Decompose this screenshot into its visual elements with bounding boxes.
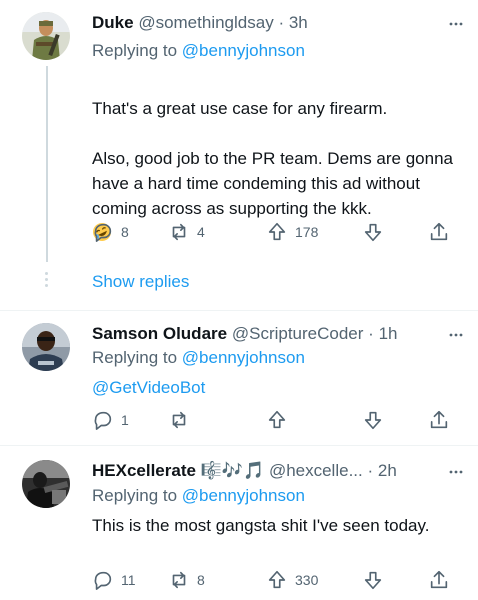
retweet-count: 4 (197, 224, 205, 240)
display-name[interactable]: HEXcellerate (92, 461, 196, 480)
retweet-button[interactable]: 4 (168, 220, 205, 244)
tweet-text: This is the most gangsta shit I've seen … (92, 516, 430, 535)
avatar-image (22, 12, 70, 60)
upvote-count: 178 (295, 224, 319, 240)
tweet-actions: 1 (92, 408, 462, 432)
more-icon[interactable] (446, 14, 466, 34)
share-button[interactable] (428, 408, 450, 432)
share-button[interactable] (428, 568, 450, 592)
share-icon (430, 570, 448, 589)
retweet-icon (172, 571, 186, 589)
upvote-icon (268, 410, 286, 429)
avatar[interactable] (22, 323, 70, 371)
tweet-header: HEXcellerate 🎼🎶🎵 @hexcelle... · 2h (92, 460, 397, 482)
show-replies-link[interactable]: Show replies (92, 272, 189, 292)
separator-dot: · (367, 461, 374, 480)
tweet-hexcellerate[interactable]: HEXcellerate 🎼🎶🎵 @hexcelle... · 2h Reply… (0, 446, 478, 600)
user-handle[interactable]: @hexcelle... (269, 461, 363, 480)
display-name[interactable]: Duke (92, 13, 134, 32)
replying-to: Replying to @bennyjohnson (92, 40, 305, 62)
more-icon[interactable] (446, 462, 466, 482)
tweet-header: Samson Oludare @ScriptureCoder · 1h (92, 323, 398, 345)
tweet-text[interactable]: @GetVideoBot (92, 375, 462, 400)
share-button[interactable] (428, 220, 450, 244)
user-handle[interactable]: @somethingldsay (138, 13, 273, 32)
reply-icon (94, 223, 112, 242)
reply-button[interactable]: 8 (92, 220, 129, 244)
reply-icon (94, 571, 112, 590)
upvote-icon (268, 570, 286, 589)
upvote-button[interactable]: 330 (266, 568, 318, 592)
reply-count: 1 (121, 412, 129, 428)
separator-dot: · (278, 13, 285, 32)
retweet-icon (172, 223, 186, 241)
replying-to: Replying to @bennyjohnson (92, 485, 305, 507)
reply-button[interactable]: 11 (92, 568, 136, 592)
tweet-actions: 11 8 330 (92, 568, 462, 592)
avatar-image (22, 323, 70, 371)
retweet-button[interactable]: 8 (168, 568, 205, 592)
share-icon (430, 222, 448, 241)
replying-prefix: Replying to (92, 41, 178, 60)
separator-dot: · (368, 324, 374, 343)
thread-dots (45, 272, 49, 290)
replying-prefix: Replying to (92, 348, 178, 367)
mention-link[interactable]: @bennyjohnson (182, 41, 305, 60)
mention-link[interactable]: @bennyjohnson (182, 486, 305, 505)
thread-line (46, 66, 48, 262)
mention-link[interactable]: @bennyjohnson (182, 348, 305, 367)
downvote-button[interactable] (362, 568, 384, 592)
tweet-samson[interactable]: Samson Oludare @ScriptureCoder · 1h Repl… (0, 311, 478, 445)
timestamp[interactable]: 2h (378, 461, 397, 480)
tweet-duke[interactable]: Duke @somethingldsay · 3h Replying to @b… (0, 0, 478, 262)
user-handle[interactable]: @ScriptureCoder (232, 324, 364, 343)
downvote-icon (364, 571, 382, 590)
reply-icon (94, 411, 112, 430)
avatar[interactable] (22, 12, 70, 60)
display-name[interactable]: Samson Oludare (92, 324, 227, 343)
timestamp[interactable]: 1h (379, 324, 398, 343)
replying-to: Replying to @bennyjohnson (92, 347, 305, 369)
downvote-button[interactable] (362, 220, 384, 244)
tweet-text-content: That's a great use case for any firearm.… (92, 99, 453, 218)
share-icon (430, 410, 448, 429)
reply-count: 11 (121, 572, 136, 588)
tweet-header: Duke @somethingldsay · 3h (92, 12, 308, 34)
reply-count: 8 (121, 224, 129, 240)
more-icon[interactable] (446, 325, 466, 345)
downvote-button[interactable] (362, 408, 384, 432)
upvote-icon (268, 222, 286, 241)
avatar-image (22, 460, 70, 508)
reply-button[interactable]: 1 (92, 408, 129, 432)
retweet-icon (172, 411, 186, 429)
replying-prefix: Replying to (92, 486, 178, 505)
downvote-icon (364, 411, 382, 430)
upvote-button[interactable] (266, 408, 295, 432)
timestamp[interactable]: 3h (289, 13, 308, 32)
upvote-button[interactable]: 178 (266, 220, 318, 244)
retweet-count: 8 (197, 572, 205, 588)
upvote-count: 330 (295, 572, 319, 588)
avatar[interactable] (22, 460, 70, 508)
retweet-button[interactable] (168, 408, 197, 432)
tweet-actions: 8 4 178 (92, 220, 462, 244)
downvote-icon (364, 223, 382, 242)
music-notes-icon: 🎼🎶🎵 (200, 461, 265, 480)
